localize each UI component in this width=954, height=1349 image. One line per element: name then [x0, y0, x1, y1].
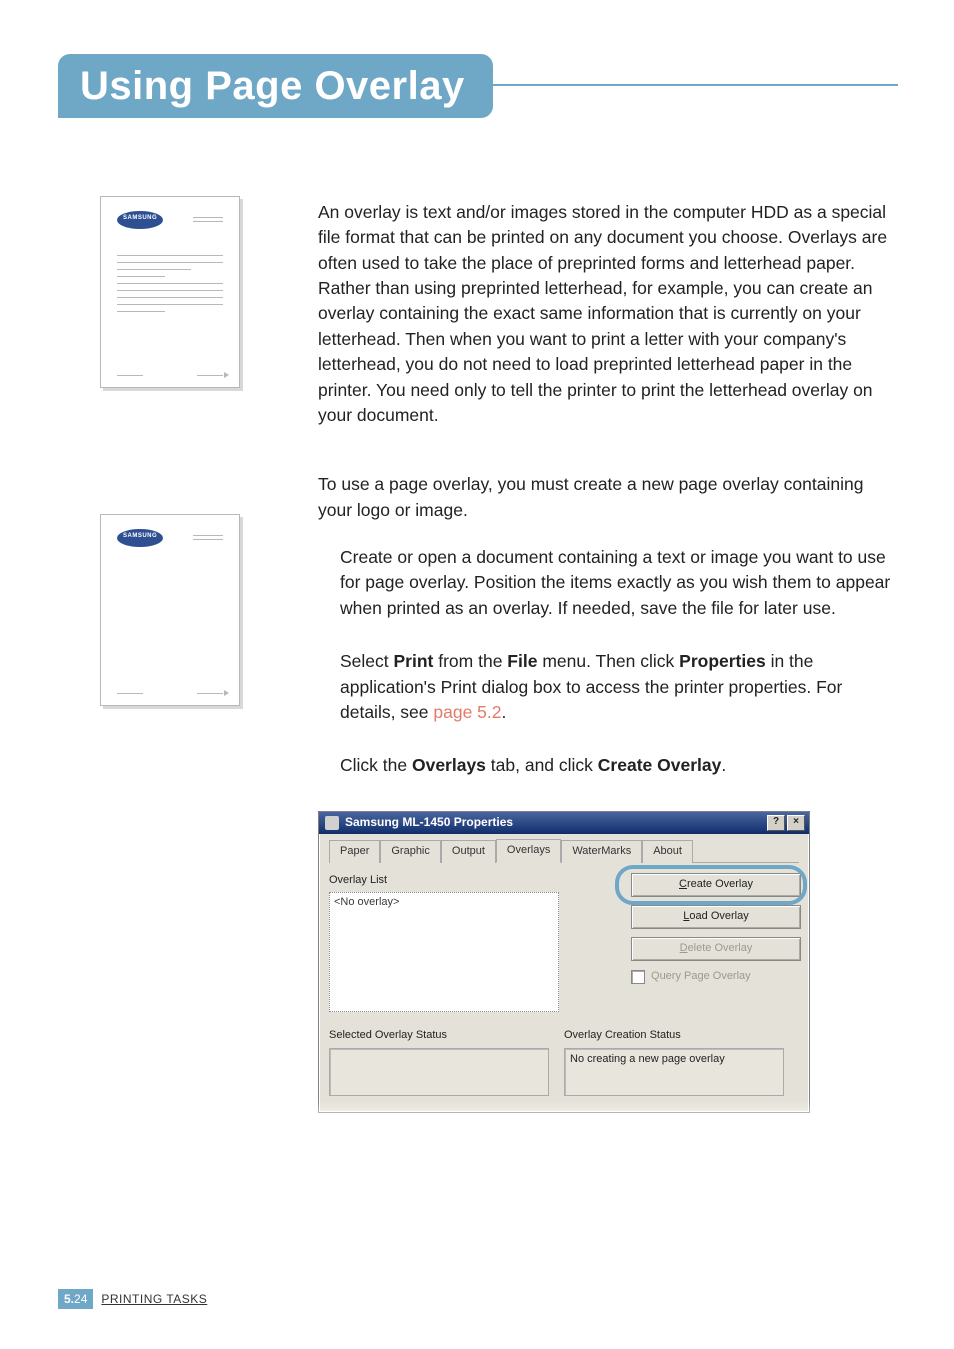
link-page-5-2[interactable]: page 5.2 — [433, 702, 501, 722]
step-2: Select Print from the File menu. Then cl… — [340, 649, 898, 725]
help-button[interactable]: ? — [767, 815, 785, 831]
dialog-title: Samsung ML-1450 Properties — [345, 814, 765, 831]
overlay-list-item[interactable]: <No overlay> — [334, 896, 399, 908]
dialog-tabs: Paper Graphic Output Overlays WaterMarks… — [329, 840, 799, 863]
tab-watermarks[interactable]: WaterMarks — [561, 840, 642, 863]
samsung-logo-icon — [117, 529, 163, 547]
load-overlay-button[interactable]: Load Overlay — [631, 905, 801, 929]
illustration-overlay-only — [100, 514, 240, 706]
tab-graphic[interactable]: Graphic — [380, 840, 441, 863]
overlay-creation-status-label: Overlay Creation Status — [564, 1028, 799, 1044]
delete-overlay-button: Delete Overlay — [631, 937, 801, 961]
tab-about[interactable]: About — [642, 840, 693, 863]
intro-paragraph: An overlay is text and/or images stored … — [318, 200, 898, 428]
overlay-creation-status-box: No creating a new page overlay — [564, 1048, 784, 1096]
illustration-letterhead — [100, 196, 240, 388]
footer-section-name: PRINTING TASKS — [101, 1292, 207, 1306]
samsung-logo-icon — [117, 211, 163, 229]
overlay-list-label: Overlay List — [329, 873, 609, 889]
selected-overlay-status-box — [329, 1048, 549, 1096]
page-footer: 5.24 PRINTING TASKS — [58, 1289, 207, 1309]
page-title: Using Page Overlay — [80, 64, 465, 109]
highlight-ring — [615, 865, 807, 905]
selected-overlay-status-label: Selected Overlay Status — [329, 1028, 564, 1044]
query-page-overlay-checkbox: Query Page Overlay — [631, 969, 799, 985]
close-button[interactable]: × — [787, 815, 805, 831]
creating-intro: To use a page overlay, you must create a… — [318, 472, 898, 523]
overlay-list[interactable]: <No overlay> — [329, 892, 559, 1012]
dialog-titlebar: Samsung ML-1450 Properties ? × — [319, 812, 809, 834]
printer-icon — [325, 816, 339, 830]
properties-dialog-screenshot: Samsung ML-1450 Properties ? × Paper Gra… — [318, 811, 898, 1129]
step-1: Create or open a document containing a t… — [340, 545, 898, 621]
page-number-badge: 5.24 — [58, 1289, 93, 1309]
step-3: Click the Overlays tab, and click Create… — [340, 753, 898, 778]
tab-overlays[interactable]: Overlays — [496, 839, 561, 863]
tab-output[interactable]: Output — [441, 840, 496, 863]
title-banner: Using Page Overlay — [58, 54, 898, 118]
tab-paper[interactable]: Paper — [329, 840, 380, 863]
checkbox-icon — [631, 970, 645, 984]
